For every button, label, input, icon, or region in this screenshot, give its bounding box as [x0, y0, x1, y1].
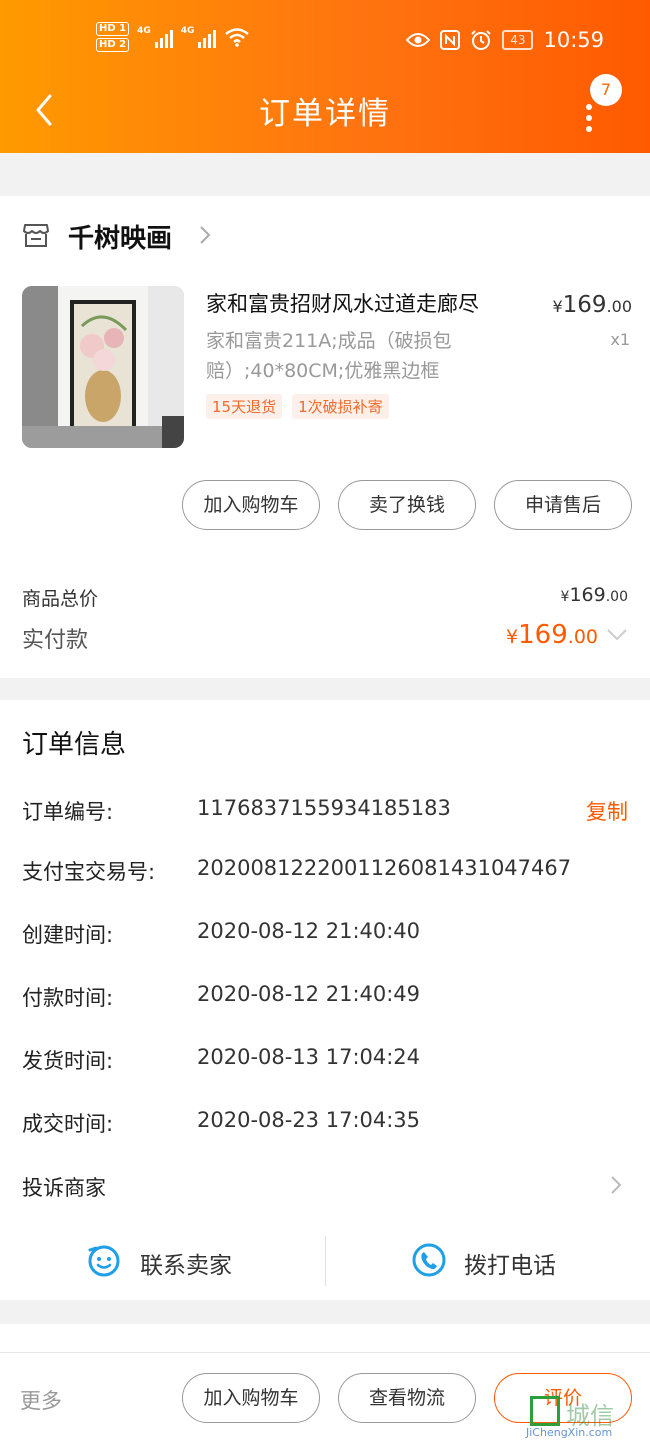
- status-bar: HD 1 HD 2 4G 4G 43 10:59: [0, 20, 650, 64]
- contact-seller-button[interactable]: 联系卖家: [0, 1234, 325, 1286]
- tag-return: 15天退货: [206, 394, 283, 419]
- battery-icon: 43: [502, 30, 534, 50]
- network-type-label: 4G: [137, 26, 151, 36]
- product-thumbnail[interactable]: [22, 286, 184, 448]
- network-type-label-2: 4G: [180, 26, 195, 36]
- product-price: ¥169.00: [552, 292, 632, 318]
- watermark-url: JiChengXin.com: [526, 1426, 613, 1439]
- order-number-label: 订单编号:: [22, 800, 114, 824]
- service-tags: 15天退货 1次破损补寄: [206, 394, 389, 419]
- complain-seller-link[interactable]: 投诉商家: [22, 1172, 106, 1202]
- order-info-title: 订单信息: [22, 730, 127, 760]
- paid-decimal: .00: [567, 626, 598, 648]
- notification-badge: 7: [590, 74, 622, 106]
- tag-damage: 1次破损补寄: [292, 394, 389, 419]
- product-spec: 家和富贵211A;成品（破损包赔）;40*80CM;优雅黑边框: [206, 330, 452, 382]
- more-dots-icon: [586, 104, 594, 137]
- paid-amount-value: ¥169.00: [506, 620, 598, 650]
- call-phone-button[interactable]: 拨打电话: [326, 1234, 650, 1286]
- paid-currency: ¥: [506, 626, 519, 648]
- product-quantity: x1: [610, 330, 630, 349]
- completed-time-value: 2020-08-23 17:04:35: [197, 1108, 421, 1132]
- total-price-value: ¥169.00: [561, 584, 628, 606]
- shop-product-card: 千树映画 家和富贵招财风水过道走廊尽 ¥169.00 家和富贵211A;成品（破…: [0, 196, 650, 678]
- paid-amount-label: 实付款: [22, 628, 89, 653]
- alipay-trade-label: 支付宝交易号:: [22, 860, 156, 884]
- price-integer: 169: [562, 292, 607, 318]
- more-menu-button[interactable]: 7: [582, 74, 622, 132]
- phone-icon: [412, 1243, 446, 1277]
- total-price-label: 商品总价: [22, 588, 99, 610]
- order-info-card: 订单信息 订单编号: 1176837155934185183 复制 支付宝交易号…: [0, 700, 650, 1300]
- next-section-card: [0, 1324, 650, 1354]
- contact-seller-label: 联系卖家: [140, 1253, 232, 1279]
- hd1-icon: HD 1: [96, 22, 130, 36]
- chat-smile-icon: [88, 1245, 120, 1277]
- bottom-add-to-cart-button[interactable]: 加入购物车: [182, 1373, 320, 1423]
- paid-time-label: 付款时间:: [22, 986, 114, 1010]
- nfc-icon: [440, 30, 461, 50]
- wifi-icon: [225, 28, 250, 47]
- after-sales-button[interactable]: 申请售后: [494, 480, 632, 530]
- price-currency: ¥: [552, 297, 563, 316]
- call-phone-label: 拨打电话: [464, 1253, 556, 1279]
- page-title: 订单详情: [259, 96, 391, 132]
- product-image: [22, 286, 184, 448]
- created-time-value: 2020-08-12 21:40:40: [197, 919, 421, 943]
- total-decimal: .00: [605, 589, 628, 605]
- status-right: 43 10:59: [406, 28, 604, 52]
- clock: 10:59: [543, 28, 604, 52]
- add-to-cart-button[interactable]: 加入购物车: [182, 480, 320, 530]
- app-header: HD 1 HD 2 4G 4G 43 10:59 订单详情 7: [0, 0, 650, 153]
- paid-time-value: 2020-08-12 21:40:49: [197, 982, 421, 1006]
- more-options-button[interactable]: 更多: [20, 1385, 62, 1415]
- shop-name[interactable]: 千树映画: [68, 218, 172, 255]
- alipay-trade-value: 2020081222001126081431047467: [197, 856, 572, 880]
- chevron-down-icon[interactable]: [606, 628, 628, 642]
- product-title[interactable]: 家和富贵招财风水过道走廊尽: [206, 288, 479, 318]
- view-logistics-button[interactable]: 查看物流: [338, 1373, 476, 1423]
- watermark-icon: [530, 1396, 560, 1426]
- hd-icons: HD 1 HD 2: [96, 22, 130, 52]
- alarm-icon: [471, 30, 491, 50]
- sell-for-cash-button[interactable]: 卖了换钱: [338, 480, 476, 530]
- order-number-value: 1176837155934185183: [197, 796, 451, 820]
- watermark-logo: 城信 JiChengXin.com: [526, 1396, 646, 1440]
- network-indicators: HD 1 HD 2 4G 4G: [96, 22, 250, 52]
- completed-time-label: 成交时间:: [22, 1112, 114, 1136]
- copy-button[interactable]: 复制: [586, 796, 628, 826]
- eye-icon: [406, 33, 431, 47]
- total-integer: 169: [569, 584, 606, 606]
- store-icon: [23, 224, 49, 247]
- chevron-right-icon[interactable]: [198, 224, 212, 246]
- hd2-icon: HD 2: [96, 38, 130, 52]
- chevron-right-icon[interactable]: [610, 1174, 622, 1196]
- signal-icon: 4G: [137, 26, 173, 48]
- paid-integer: 169: [518, 620, 568, 650]
- shipped-time-value: 2020-08-13 17:04:24: [197, 1045, 421, 1069]
- signal-icon-2: 4G: [181, 26, 217, 48]
- shipped-time-label: 发货时间:: [22, 1049, 114, 1073]
- price-decimal: .00: [606, 297, 632, 316]
- created-time-label: 创建时间:: [22, 923, 114, 947]
- bottom-action-bar: 更多 加入购物车 查看物流 评价 城信 JiChengXin.com: [0, 1352, 650, 1444]
